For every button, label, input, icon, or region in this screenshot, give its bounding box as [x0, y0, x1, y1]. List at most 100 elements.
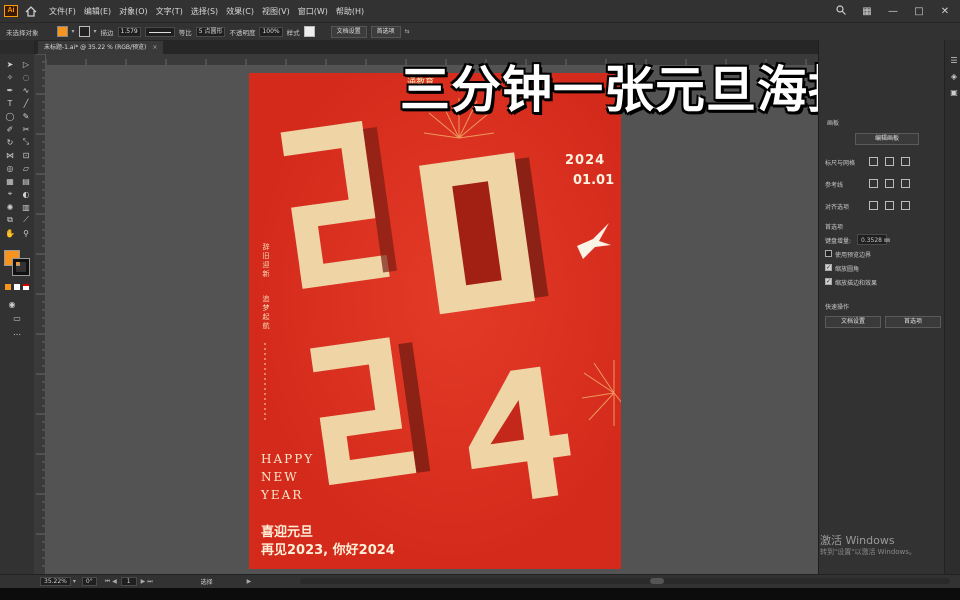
stroke-style-label[interactable]: 等比	[179, 27, 192, 37]
direct-selection-tool-icon[interactable]: ▷	[19, 58, 33, 70]
none-mode-swatch[interactable]	[23, 284, 29, 290]
chevron-down-icon[interactable]: ▾	[73, 578, 76, 585]
scale-icon[interactable]: ⤡	[19, 136, 33, 148]
eyedropper-icon[interactable]: ⌖	[3, 188, 17, 200]
quick-preferences-button[interactable]: 首选项	[885, 316, 941, 328]
layers-icon[interactable]: ◈	[947, 70, 960, 82]
first-artboard-icon[interactable]: ⏮	[105, 578, 110, 586]
ellipse-tool-icon[interactable]: ◯	[3, 110, 17, 122]
selection-tool-icon[interactable]: ➤	[3, 58, 17, 70]
menu-select[interactable]: 选择(S)	[187, 6, 222, 17]
shaper-icon[interactable]: ✐	[3, 123, 17, 135]
width-tool-icon[interactable]: ⋈	[3, 149, 17, 161]
chevron-down-icon[interactable]: ▾	[72, 28, 75, 35]
stroke-swatch[interactable]	[78, 26, 90, 37]
curvature-icon[interactable]: ∿	[19, 84, 33, 96]
artboard-nav-field[interactable]: 1	[120, 577, 137, 586]
status-expand-icon[interactable]: ▶	[247, 578, 252, 585]
preview-bounds-checkbox[interactable]	[825, 250, 832, 257]
column-graph-icon[interactable]: ▥	[19, 201, 33, 213]
close-icon[interactable]: ×	[152, 41, 157, 54]
perspective-icon[interactable]: ▱	[19, 162, 33, 174]
more-tools-icon[interactable]: ⋯	[10, 328, 24, 340]
home-icon[interactable]	[23, 4, 39, 18]
hand-tool-icon[interactable]: ✋	[3, 227, 17, 239]
slice-icon[interactable]: ⟋	[19, 214, 33, 226]
canvas-area[interactable]: 通教育 2024 01.01 辞旧迎新 追梦起航 HAPPY NEW YEAR …	[46, 66, 818, 574]
menu-window[interactable]: 窗口(W)	[294, 6, 332, 17]
menu-view[interactable]: 视图(V)	[258, 6, 294, 17]
doc-setup-button[interactable]: 文档设置	[330, 25, 367, 38]
draw-mode-icon[interactable]: ◉	[5, 298, 19, 310]
quick-doc-setup-button[interactable]: 文档设置	[825, 316, 881, 328]
properties-icon[interactable]: ☰	[947, 54, 960, 66]
menu-type[interactable]: 文字(T)	[152, 6, 187, 17]
gradient-icon[interactable]: ▤	[19, 175, 33, 187]
minimize-button[interactable]: —	[886, 6, 900, 17]
color-mode-swatch[interactable]	[5, 284, 11, 290]
opacity-field[interactable]: 100%	[259, 26, 283, 37]
gradient-mode-swatch[interactable]	[14, 284, 20, 290]
guides-show-icon[interactable]	[869, 179, 878, 188]
fill-stroke-widget[interactable]	[4, 250, 32, 278]
brush-field[interactable]: 5 点圆形	[195, 26, 226, 37]
snap-point-icon[interactable]	[869, 201, 878, 210]
rotate-icon[interactable]: ↻	[3, 136, 17, 148]
maximize-button[interactable]: □	[912, 6, 926, 17]
line-tool-icon[interactable]: ╱	[19, 97, 33, 109]
close-window-button[interactable]: ✕	[938, 6, 952, 17]
scale-strokes-checkbox[interactable]: ✓	[825, 278, 832, 285]
guides-lock-icon[interactable]	[885, 179, 894, 188]
free-transform-icon[interactable]: ⊡	[19, 149, 33, 161]
libraries-icon[interactable]: ▣	[947, 86, 960, 98]
shape-builder-icon[interactable]: ◎	[3, 162, 17, 174]
screen-mode-icon[interactable]: ▭	[10, 312, 24, 324]
arrange-docs-icon[interactable]: ⇆	[405, 28, 410, 35]
zoom-field[interactable]: 35.22%	[40, 577, 71, 586]
fill-swatch[interactable]	[56, 26, 68, 37]
style-swatch[interactable]	[303, 26, 315, 37]
smart-guides-icon[interactable]	[901, 179, 910, 188]
type-tool-icon[interactable]: T	[3, 97, 17, 109]
magic-wand-icon[interactable]: ✧	[3, 71, 17, 83]
bottom-edge	[0, 588, 960, 600]
chevron-down-icon[interactable]: ▾	[94, 28, 97, 35]
symbol-sprayer-icon[interactable]: ✺	[3, 201, 17, 213]
mesh-icon[interactable]: ▦	[3, 175, 17, 187]
artboard-tool-icon[interactable]: ⧉	[3, 214, 17, 226]
rotation-field[interactable]: 0°	[81, 577, 97, 586]
edit-artboard-button[interactable]: 编辑画板	[855, 133, 919, 145]
blend-icon[interactable]: ◐	[19, 188, 33, 200]
paintbrush-icon[interactable]: ✎	[19, 110, 33, 122]
scale-corners-checkbox[interactable]: ✓	[825, 264, 832, 271]
menu-edit[interactable]: 编辑(E)	[80, 6, 115, 17]
scrollbar-thumb[interactable]	[650, 578, 664, 584]
horizontal-scrollbar[interactable]	[300, 578, 950, 584]
zoom-tool-icon[interactable]: ⚲	[19, 227, 33, 239]
document-tab[interactable]: 未标题-1.ai* @ 35.22 % (RGB/预览) ×	[38, 41, 164, 54]
arrange-icon[interactable]: ▦	[860, 6, 874, 17]
lasso-icon[interactable]: ◌	[19, 71, 33, 83]
search-icon[interactable]	[834, 4, 848, 18]
menu-help[interactable]: 帮助(H)	[332, 6, 368, 17]
keyboard-increment-field[interactable]: 0.3528 ㎜	[857, 234, 890, 245]
snap-glyph-icon[interactable]	[901, 201, 910, 210]
transparency-grid-icon[interactable]	[901, 157, 910, 166]
snap-pixel-icon[interactable]	[885, 201, 894, 210]
pen-tool-icon[interactable]: ✒	[3, 84, 17, 96]
stroke-width-field[interactable]: 1.579	[117, 26, 141, 37]
stroke-profile[interactable]	[144, 26, 175, 37]
stroke-color[interactable]	[12, 258, 30, 276]
artboard[interactable]: 通教育 2024 01.01 辞旧迎新 追梦起航 HAPPY NEW YEAR …	[249, 73, 621, 569]
menu-object[interactable]: 对象(O)	[115, 6, 152, 17]
ruler-icon[interactable]	[869, 157, 878, 166]
next-artboard-icon[interactable]: ▶	[141, 578, 146, 585]
preferences-button[interactable]: 首选项	[370, 25, 401, 38]
menu-file[interactable]: 文件(F)	[45, 6, 80, 17]
menu-effect[interactable]: 效果(C)	[222, 6, 258, 17]
scissors-icon[interactable]: ✂	[19, 123, 33, 135]
last-artboard-icon[interactable]: ⏭	[147, 578, 152, 586]
vertical-ruler[interactable]	[34, 54, 46, 574]
grid-icon[interactable]	[885, 157, 894, 166]
prev-artboard-icon[interactable]: ◀	[112, 578, 117, 585]
